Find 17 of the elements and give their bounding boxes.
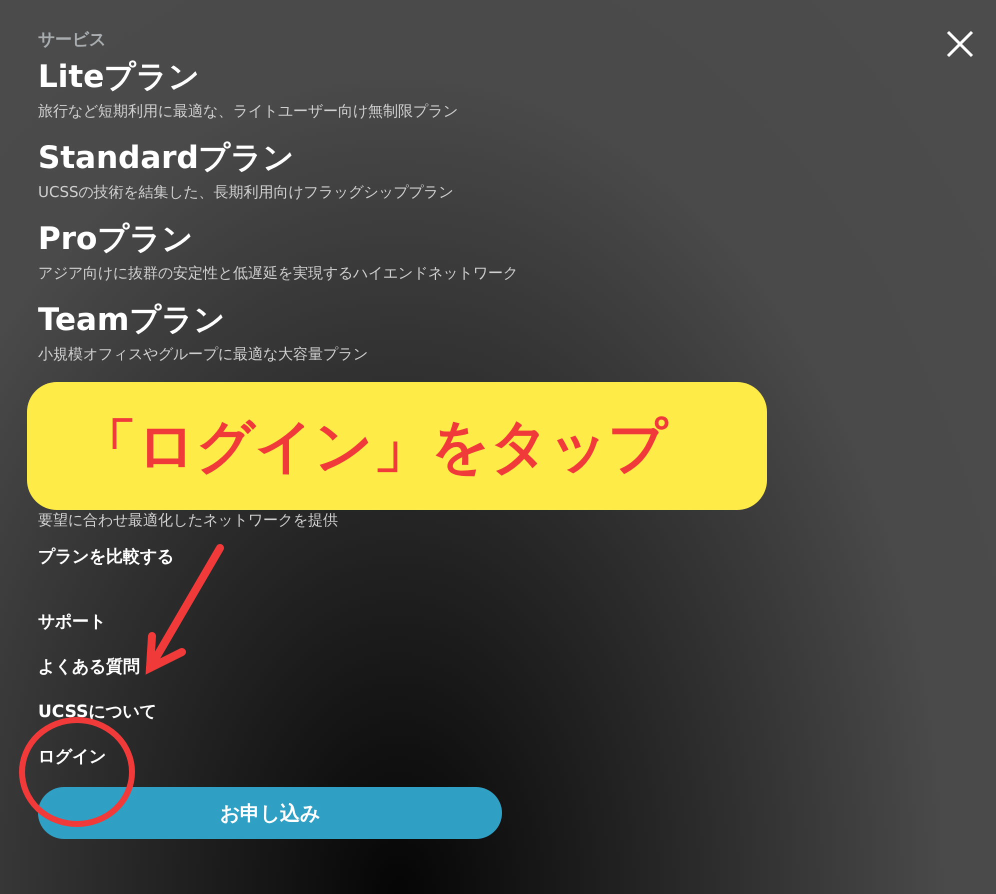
plan-description: 旅行など短期利用に最適な、ライトユーザー向け無制限プラン (38, 101, 458, 122)
plan-title-link[interactable]: Liteプラン (38, 55, 200, 99)
menu-link[interactable]: ログイン (38, 746, 106, 768)
plan-description: 要望に合わせ最適化したネットワークを提供 (38, 510, 338, 531)
menu-link[interactable]: UCSSについて (38, 700, 156, 722)
callout-banner: 「ログイン」をタップ (27, 382, 767, 510)
section-label: サービス (38, 29, 106, 52)
plan-description: 小規模オフィスやグループに最適な大容量プラン (38, 344, 368, 365)
plan-description: アジア向けに抜群の安定性と低遅延を実現するハイエンドネットワーク (38, 263, 518, 284)
plan-description: UCSSの技術を結集した、長期利用向けフラッグシッププラン (38, 182, 454, 203)
plan-title-link[interactable]: Standardプラン (38, 136, 295, 180)
plan-title-link[interactable]: Proプラン (38, 217, 194, 261)
menu-link[interactable]: よくある質問 (38, 656, 140, 678)
compare-link[interactable]: プランを比較する (38, 545, 174, 570)
close-icon[interactable] (946, 30, 974, 58)
plan-title-link[interactable]: Teamプラン (38, 298, 226, 342)
menu-link[interactable]: サポート (38, 610, 106, 632)
